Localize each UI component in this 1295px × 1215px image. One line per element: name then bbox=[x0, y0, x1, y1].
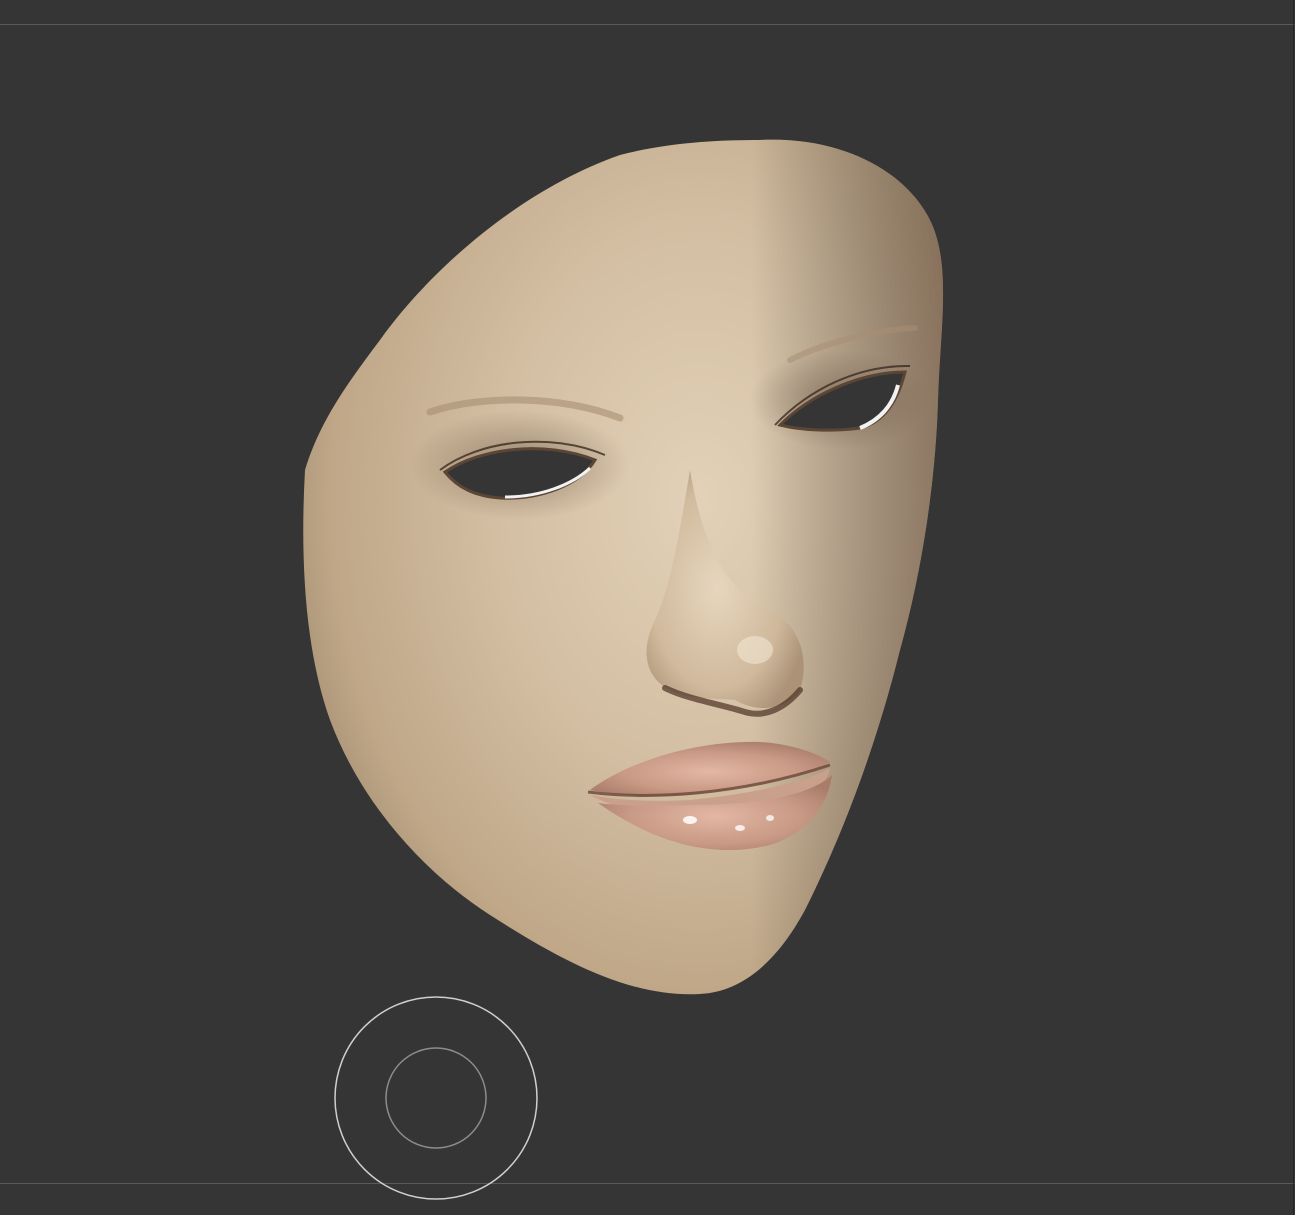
canvas-viewport[interactable] bbox=[0, 0, 1295, 1215]
brush-cursor-icon[interactable] bbox=[0, 0, 1295, 1215]
